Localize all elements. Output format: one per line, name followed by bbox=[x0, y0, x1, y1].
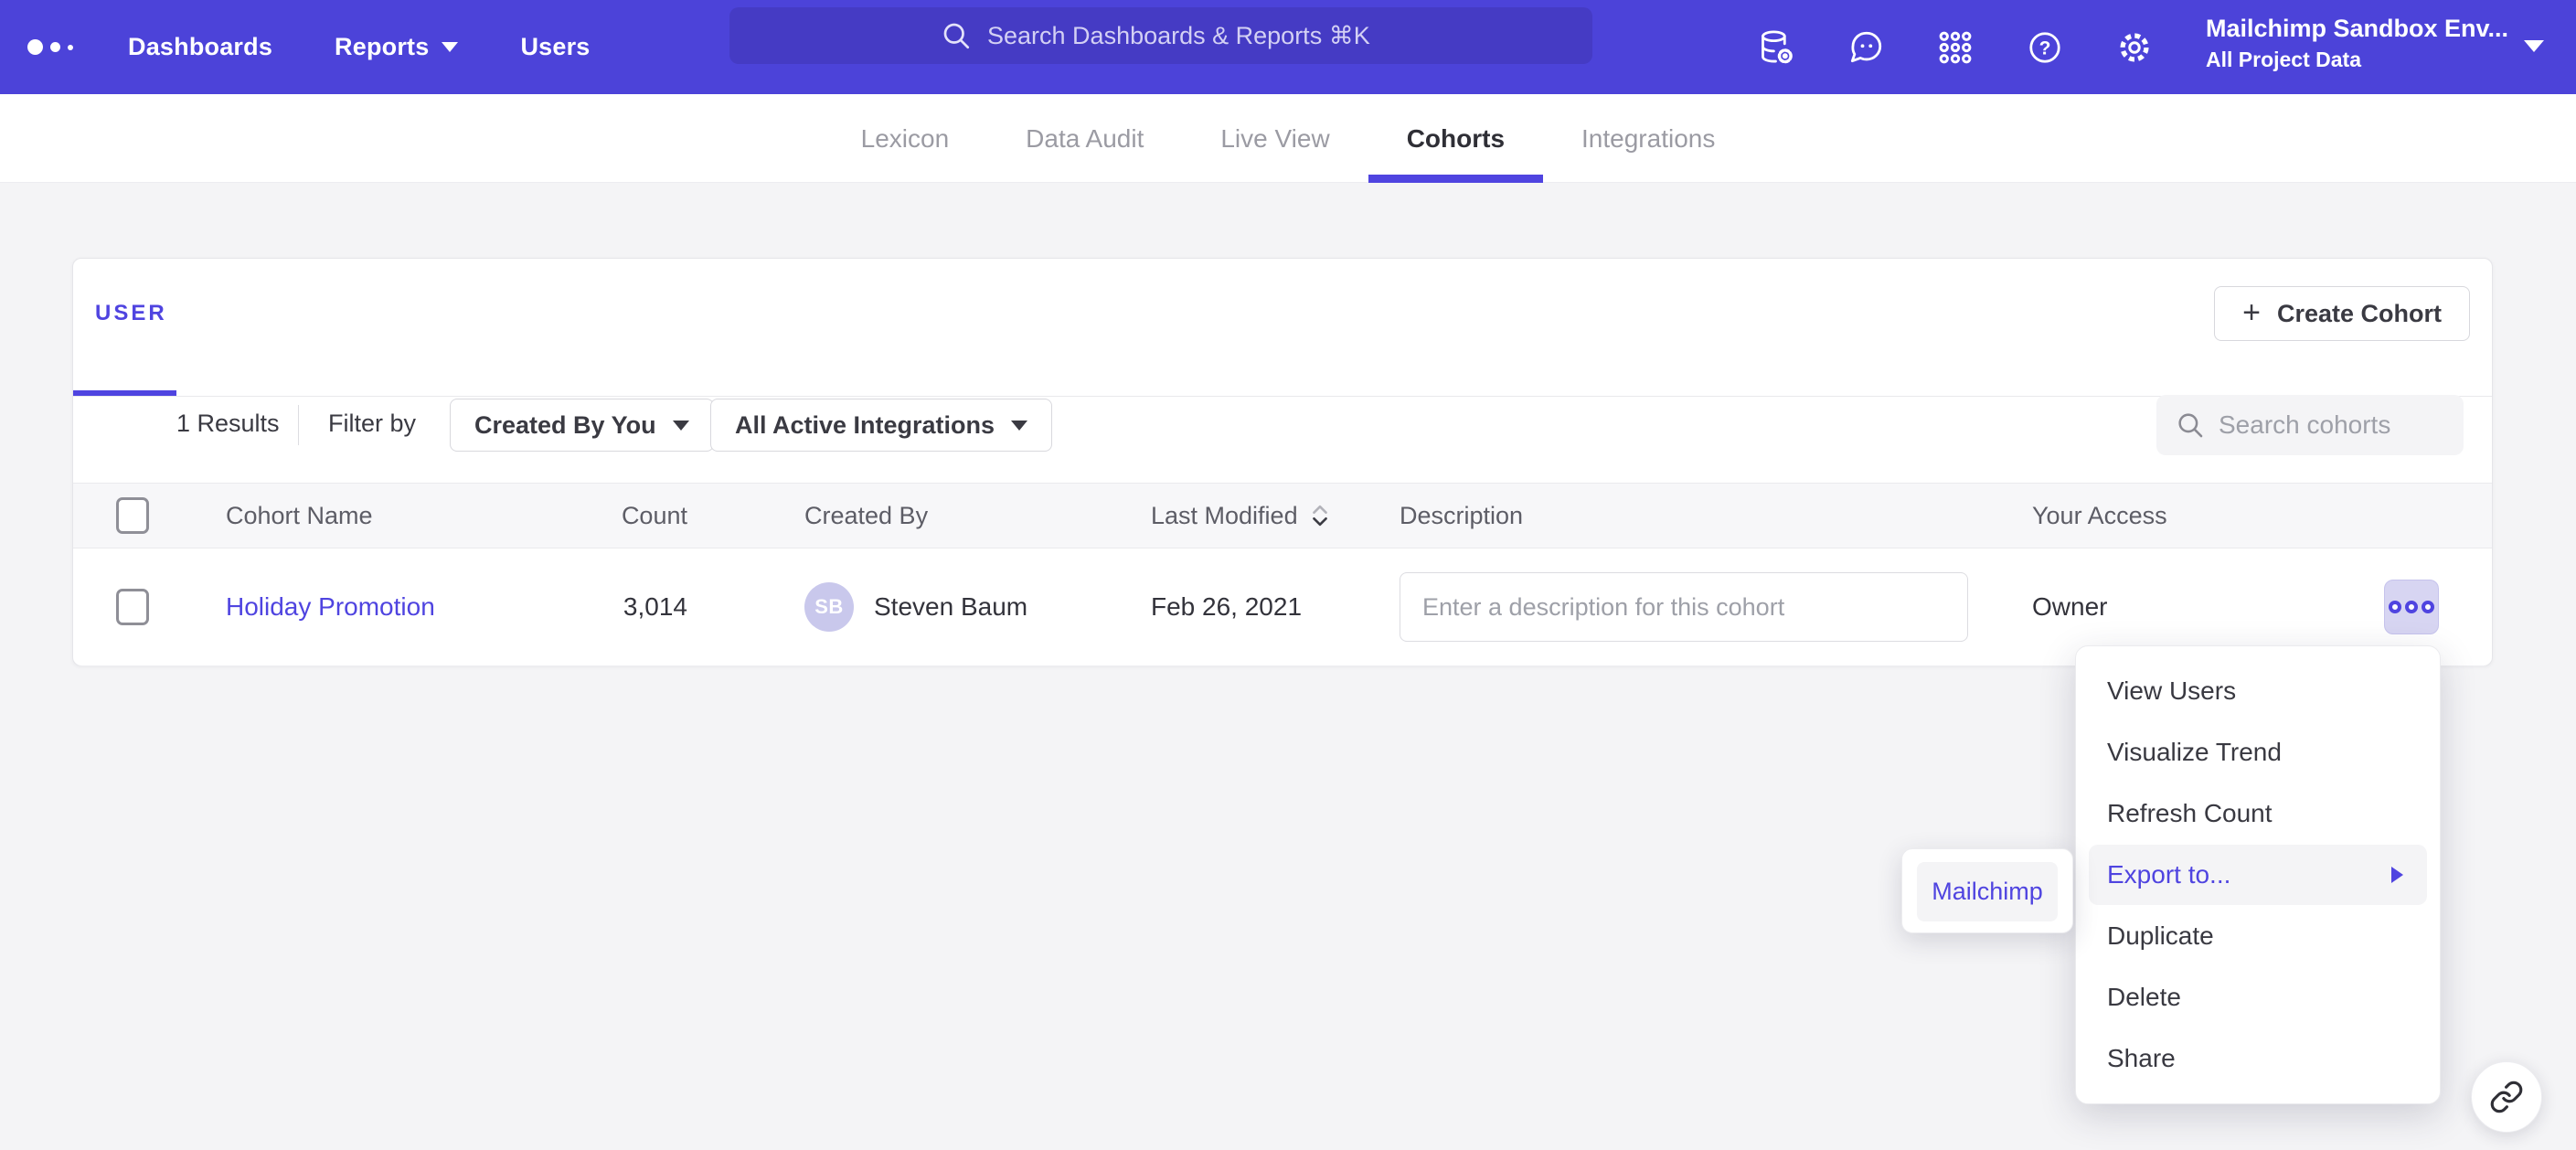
filter-by-label: Filter by bbox=[328, 410, 416, 438]
help-icon[interactable]: ? bbox=[2026, 28, 2064, 67]
submenu-arrow-icon bbox=[2391, 867, 2403, 883]
create-cohort-label: Create Cohort bbox=[2277, 300, 2442, 328]
tab-label: Live View bbox=[1220, 124, 1329, 154]
top-nav-links: Dashboards Reports Users bbox=[128, 0, 591, 94]
row-checkbox[interactable] bbox=[116, 589, 149, 625]
svg-text:?: ? bbox=[2039, 37, 2051, 59]
nav-item-label: Dashboards bbox=[128, 33, 272, 61]
select-all-checkbox[interactable] bbox=[116, 497, 149, 534]
column-header-cohort-name: Cohort Name bbox=[226, 484, 373, 548]
row-actions-context-menu: View Users Visualize Trend Refresh Count… bbox=[2075, 645, 2441, 1104]
tab-cohorts[interactable]: Cohorts bbox=[1368, 94, 1543, 183]
menu-item-view-users[interactable]: View Users bbox=[2076, 661, 2440, 722]
feedback-icon[interactable] bbox=[1847, 28, 1885, 67]
chevron-down-icon bbox=[673, 421, 689, 431]
cohorts-panel: USER + Create Cohort 1 Results Filter by… bbox=[72, 258, 2493, 666]
dropdown-label: Created By You bbox=[474, 411, 656, 440]
menu-item-duplicate[interactable]: Duplicate bbox=[2076, 905, 2440, 966]
created-by-filter-dropdown[interactable]: Created By You bbox=[450, 399, 714, 452]
settings-gear-icon[interactable] bbox=[2115, 28, 2154, 67]
search-icon bbox=[2175, 410, 2206, 441]
cohorts-page: { "colors": { "brand": "#4f44e0", "topna… bbox=[0, 0, 2576, 1150]
top-nav: Dashboards Reports Users bbox=[0, 0, 2576, 94]
tab-integrations[interactable]: Integrations bbox=[1543, 94, 1753, 183]
column-header-count: Count bbox=[512, 484, 687, 548]
created-by-name: Steven Baum bbox=[874, 592, 1027, 622]
tab-label: Data Audit bbox=[1026, 124, 1144, 154]
export-submenu: Mailchimp bbox=[1901, 848, 2073, 933]
chevron-down-icon bbox=[2524, 40, 2544, 52]
column-header-your-access: Your Access bbox=[2032, 484, 2167, 548]
link-icon bbox=[2489, 1080, 2524, 1114]
column-header-created-by: Created By bbox=[804, 484, 928, 548]
apps-grid-icon[interactable] bbox=[1936, 28, 1975, 67]
mixpanel-dots-logo[interactable] bbox=[27, 0, 73, 94]
menu-item-delete[interactable]: Delete bbox=[2076, 966, 2440, 1028]
data-management-icon[interactable] bbox=[1757, 28, 1795, 67]
cohort-table-header: Cohort Name Count Created By Last Modifi… bbox=[73, 483, 2492, 548]
sort-desc-icon bbox=[1309, 501, 1331, 530]
create-cohort-button[interactable]: + Create Cohort bbox=[2214, 286, 2470, 341]
tab-label: Integrations bbox=[1581, 124, 1715, 154]
search-icon bbox=[940, 19, 973, 52]
global-search-input[interactable] bbox=[987, 22, 1382, 50]
tab-label: Cohorts bbox=[1407, 124, 1505, 154]
plus-icon: + bbox=[2242, 297, 2261, 328]
chevron-down-icon bbox=[442, 42, 458, 52]
cohort-search-input[interactable] bbox=[2219, 410, 2445, 440]
row-actions-menu-button[interactable] bbox=[2384, 580, 2439, 634]
ellipsis-dot bbox=[2405, 601, 2418, 613]
menu-item-share[interactable]: Share bbox=[2076, 1028, 2440, 1089]
chevron-down-icon bbox=[1011, 421, 1027, 431]
menu-item-visualize-trend[interactable]: Visualize Trend bbox=[2076, 722, 2440, 783]
column-header-description: Description bbox=[1400, 484, 1523, 548]
nav-item-reports[interactable]: Reports bbox=[335, 33, 458, 61]
top-nav-icon-buttons: ? bbox=[1757, 0, 2154, 94]
nav-item-label: Reports bbox=[335, 33, 429, 61]
ellipsis-dot bbox=[2422, 601, 2434, 613]
menu-item-refresh-count[interactable]: Refresh Count bbox=[2076, 783, 2440, 845]
results-count: 1 Results bbox=[176, 410, 280, 438]
last-modified-date: Feb 26, 2021 bbox=[1151, 548, 1302, 666]
nav-item-label: Users bbox=[520, 33, 590, 61]
avatar: SB bbox=[804, 582, 854, 632]
nav-item-dashboards[interactable]: Dashboards bbox=[128, 33, 272, 61]
ellipsis-dot bbox=[2389, 601, 2401, 613]
logo-dot bbox=[27, 39, 43, 55]
menu-item-label: Export to... bbox=[2107, 860, 2230, 889]
divider bbox=[73, 396, 2492, 397]
tab-live-view[interactable]: Live View bbox=[1182, 94, 1368, 183]
menu-item-export-to[interactable]: Export to... bbox=[2089, 845, 2427, 906]
divider bbox=[298, 405, 299, 445]
cohort-count: 3,014 bbox=[512, 548, 687, 666]
data-management-subnav: Lexicon Data Audit Live View Cohorts Int… bbox=[0, 94, 2576, 183]
column-header-last-modified[interactable]: Last Modified bbox=[1151, 501, 1331, 530]
cohort-name-link[interactable]: Holiday Promotion bbox=[226, 592, 435, 622]
cohort-search-bar[interactable] bbox=[2156, 395, 2464, 455]
nav-item-users[interactable]: Users bbox=[520, 33, 590, 61]
column-header-label: Last Modified bbox=[1151, 502, 1298, 530]
logo-dot bbox=[50, 42, 60, 52]
logo-dot bbox=[68, 45, 73, 50]
tab-user-cohorts[interactable]: USER bbox=[95, 301, 167, 326]
tab-lexicon[interactable]: Lexicon bbox=[823, 94, 988, 183]
submenu-item-mailchimp[interactable]: Mailchimp bbox=[1917, 862, 2058, 921]
project-scope: All Project Data bbox=[2206, 48, 2361, 72]
cohort-description-input[interactable] bbox=[1400, 572, 1968, 642]
global-search-bar[interactable] bbox=[729, 7, 1592, 64]
copy-link-fab[interactable] bbox=[2471, 1061, 2542, 1133]
dropdown-label: All Active Integrations bbox=[735, 411, 995, 440]
tab-label: Lexicon bbox=[861, 124, 950, 154]
tab-data-audit[interactable]: Data Audit bbox=[987, 94, 1182, 183]
integrations-filter-dropdown[interactable]: All Active Integrations bbox=[710, 399, 1052, 452]
project-switcher[interactable]: Mailchimp Sandbox Env... All Project Dat… bbox=[2206, 0, 2576, 94]
project-name: Mailchimp Sandbox Env... bbox=[2206, 15, 2508, 43]
